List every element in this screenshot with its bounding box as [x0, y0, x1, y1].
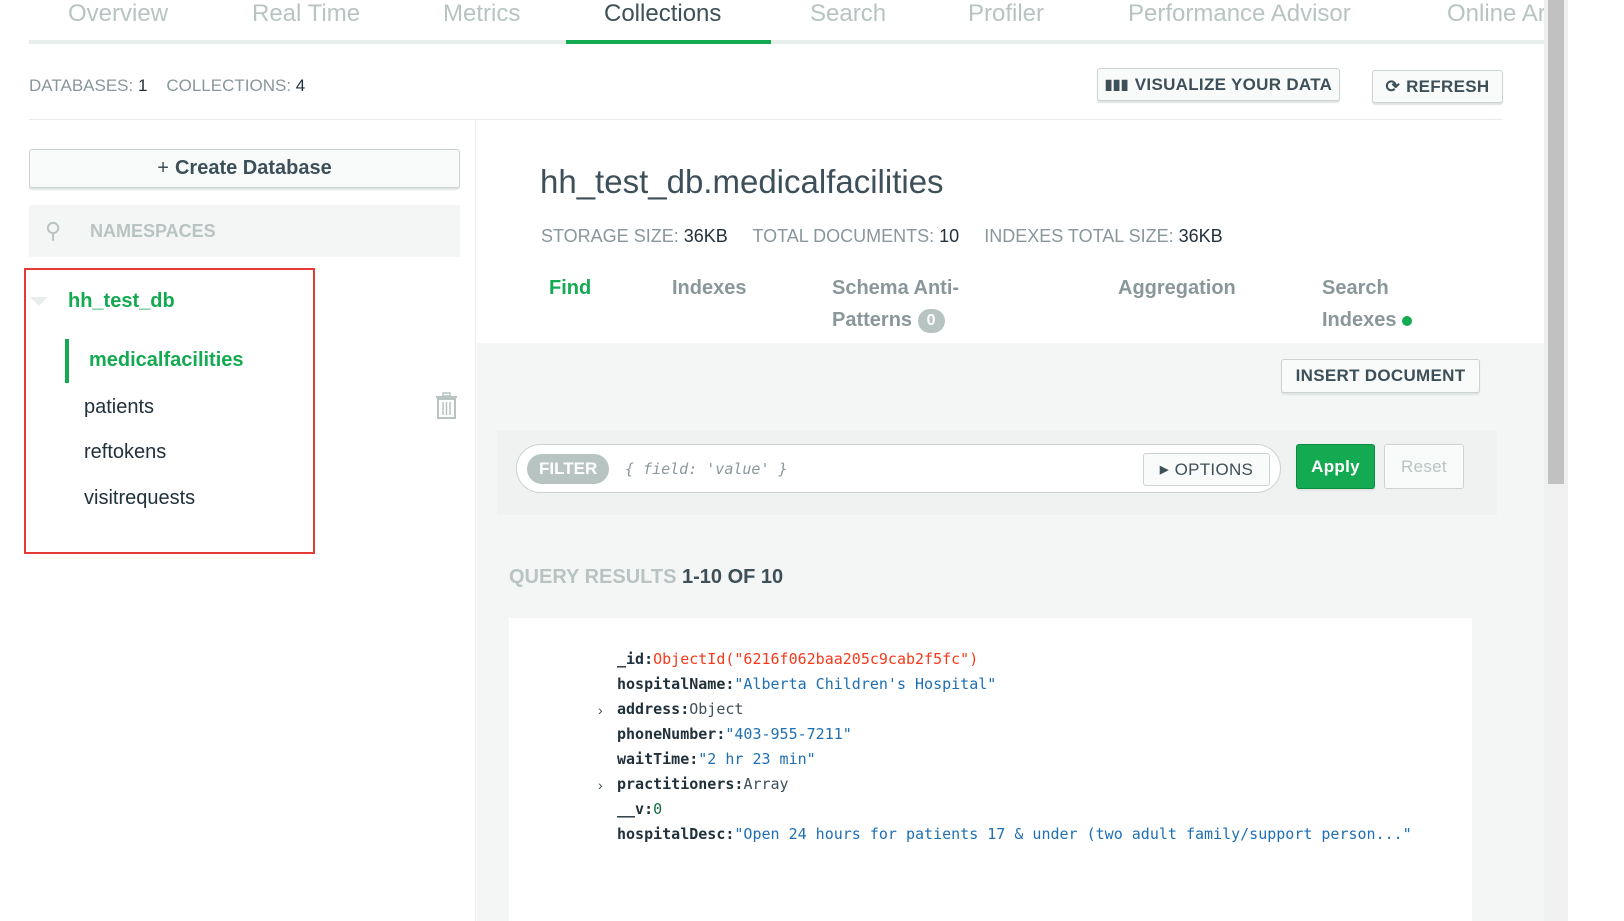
field-key: _id	[617, 650, 645, 668]
colon: :	[644, 650, 654, 668]
field-value: Object	[689, 700, 744, 718]
field-key: hospitalDesc	[617, 825, 726, 843]
document-field: __v:0	[617, 800, 662, 818]
field-value: ObjectId("6216f062baa205c9cab2f5fc")	[653, 650, 979, 668]
reset-button[interactable]: Reset	[1384, 444, 1464, 489]
search-placeholder: NAMESPACES	[90, 220, 216, 241]
tab-collections[interactable]: Collections	[604, 0, 721, 28]
field-key: practitioners	[617, 775, 735, 793]
field-key: waitTime	[617, 750, 690, 768]
options-button[interactable]: ▶ OPTIONS	[1143, 453, 1270, 486]
tab-metrics[interactable]: Metrics	[443, 0, 520, 28]
sidebar-divider	[475, 120, 476, 921]
apply-button[interactable]: Apply	[1296, 444, 1375, 489]
field-value: "Alberta Children's Hospital"	[734, 675, 997, 693]
status-dot	[1402, 316, 1413, 326]
tab-indexes[interactable]: Indexes	[672, 272, 746, 304]
field-key: phoneNumber	[617, 725, 717, 743]
filter-input[interactable]: FILTER { field: 'value' } ▶ OPTIONS	[516, 444, 1281, 493]
field-key: __v	[617, 800, 645, 818]
colon: :	[689, 750, 699, 768]
active-tab-indicator	[566, 40, 771, 44]
field-value: "Open 24 hours for patients 17 & under (…	[734, 825, 1412, 843]
tab-schema-anti-patterns[interactable]: Schema Anti- Patterns 0	[832, 272, 959, 336]
collection-item-patients[interactable]: patients	[84, 396, 154, 419]
tab-find[interactable]: Find	[549, 272, 591, 304]
tab-profiler[interactable]: Profiler	[968, 0, 1044, 28]
database-item[interactable]: hh_test_db	[68, 290, 175, 313]
filter-placeholder: { field: 'value' }	[625, 460, 788, 478]
bar-chart-icon: ▮▮▮	[1104, 76, 1129, 92]
document-field: hospitalName:"Alberta Children's Hospita…	[617, 675, 996, 693]
selected-indicator	[65, 339, 69, 383]
document-field: address:Object	[617, 700, 743, 718]
collection-item-reftokens[interactable]: reftokens	[84, 441, 166, 464]
summary-stats: DATABASES: 1 COLLECTIONS: 4	[29, 76, 306, 95]
field-value: 0	[653, 800, 663, 818]
create-database-button[interactable]: + Create Database	[29, 149, 460, 188]
scrollbar-thumb[interactable]	[1548, 0, 1564, 484]
tab-online-archive[interactable]: Online Archive	[1447, 0, 1544, 28]
trash-icon[interactable]	[434, 392, 459, 420]
query-results-header: QUERY RESULTS 1-10 OF 10	[509, 566, 784, 588]
namespace-search-input[interactable]: ⚲ NAMESPACES	[29, 205, 460, 257]
document-field: _id:ObjectId("6216f062baa205c9cab2f5fc")	[617, 650, 978, 668]
tab-real-time[interactable]: Real Time	[252, 0, 360, 28]
collection-stats: STORAGE SIZE: 36KB TOTAL DOCUMENTS: 10 I…	[541, 226, 1223, 246]
collection-title: hh_test_db.medicalfacilities	[540, 163, 944, 200]
expand-chevron-icon[interactable]: ›	[598, 702, 603, 718]
colon: :	[680, 700, 690, 718]
scrollbar-track[interactable]	[1544, 0, 1568, 921]
document-field: phoneNumber:"403-955-7211"	[617, 725, 852, 743]
expand-chevron-icon[interactable]: ›	[598, 777, 603, 793]
document-field: practitioners:Array	[617, 775, 789, 793]
tab-search-indexes[interactable]: Search Indexes	[1322, 272, 1413, 336]
tab-search[interactable]: Search	[810, 0, 886, 28]
visualize-data-button[interactable]: ▮▮▮ VISUALIZE YOUR DATA	[1097, 68, 1340, 101]
tab-underline	[29, 40, 1544, 44]
caret-down-icon[interactable]	[30, 297, 48, 306]
field-key: address	[617, 700, 681, 718]
search-icon: ⚲	[45, 218, 62, 243]
refresh-button[interactable]: ⟳ REFRESH	[1372, 70, 1503, 103]
tab-aggregation[interactable]: Aggregation	[1118, 272, 1236, 304]
field-key: hospitalName	[617, 675, 726, 693]
field-value: Array	[743, 775, 789, 793]
count-badge: 0	[917, 308, 945, 333]
colon: :	[644, 800, 654, 818]
tab-overview[interactable]: Overview	[68, 0, 168, 28]
divider	[29, 119, 1503, 120]
field-value: "2 hr 23 min"	[698, 750, 816, 768]
tab-performance-advisor[interactable]: Performance Advisor	[1128, 0, 1351, 28]
document-field: waitTime:"2 hr 23 min"	[617, 750, 816, 768]
insert-document-button[interactable]: INSERT DOCUMENT	[1281, 359, 1480, 393]
refresh-icon: ⟳	[1385, 76, 1401, 96]
collection-item-visitrequests[interactable]: visitrequests	[84, 487, 195, 510]
filter-label: FILTER	[527, 454, 610, 484]
plus-icon: +	[157, 157, 169, 179]
document-field: hospitalDesc:"Open 24 hours for patients…	[617, 825, 1412, 843]
caret-right-icon: ▶	[1159, 464, 1169, 476]
field-value: "403-955-7211"	[725, 725, 852, 743]
collection-item-medicalfacilities[interactable]: medicalfacilities	[89, 349, 244, 372]
